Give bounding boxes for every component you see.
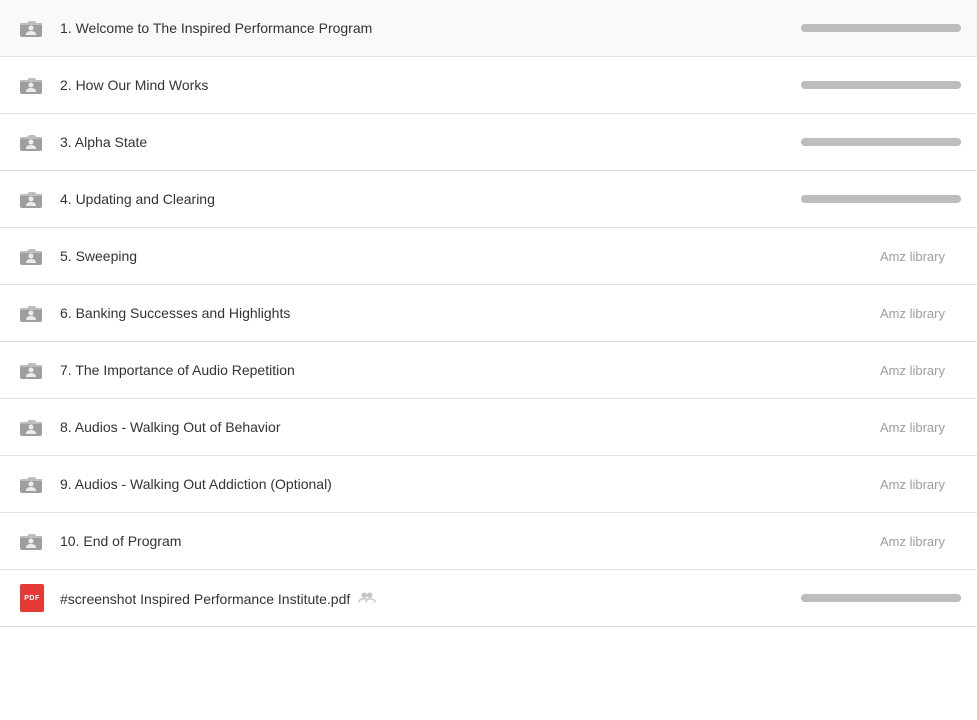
item-badge: Amz library	[880, 363, 945, 378]
progress-fill	[801, 594, 961, 602]
group-icon	[358, 590, 376, 604]
list-item[interactable]: 10. End of ProgramAmz library	[0, 513, 977, 570]
list-item[interactable]: PDF #screenshot Inspired Performance Inst…	[0, 570, 977, 627]
progress-bar	[801, 594, 961, 602]
progress-fill	[801, 24, 961, 32]
folder-icon	[16, 468, 48, 500]
progress-bar	[801, 195, 961, 203]
list-item[interactable]: 5. SweepingAmz library	[0, 228, 977, 285]
folder-icon	[16, 411, 48, 443]
item-title: 2. How Our Mind Works	[60, 77, 801, 93]
course-list: 1. Welcome to The Inspired Performance P…	[0, 0, 977, 627]
list-item[interactable]: 7. The Importance of Audio RepetitionAmz…	[0, 342, 977, 399]
item-badge: Amz library	[880, 477, 945, 492]
item-title: 9. Audios - Walking Out Addiction (Optio…	[60, 476, 880, 492]
item-title: 5. Sweeping	[60, 248, 880, 264]
folder-icon	[16, 12, 48, 44]
item-title: #screenshot Inspired Performance Institu…	[60, 590, 801, 607]
list-item[interactable]: 4. Updating and Clearing	[0, 171, 977, 228]
item-badge: Amz library	[880, 306, 945, 321]
progress-fill	[801, 195, 961, 203]
pdf-icon: PDF	[16, 582, 48, 614]
list-item[interactable]: 1. Welcome to The Inspired Performance P…	[0, 0, 977, 57]
item-title: 6. Banking Successes and Highlights	[60, 305, 880, 321]
folder-icon	[16, 69, 48, 101]
list-item[interactable]: 9. Audios - Walking Out Addiction (Optio…	[0, 456, 977, 513]
list-item[interactable]: 6. Banking Successes and HighlightsAmz l…	[0, 285, 977, 342]
folder-icon	[16, 525, 48, 557]
list-item[interactable]: 3. Alpha State	[0, 114, 977, 171]
folder-icon	[16, 297, 48, 329]
item-title: 8. Audios - Walking Out of Behavior	[60, 419, 880, 435]
item-title: 3. Alpha State	[60, 134, 801, 150]
folder-icon	[16, 354, 48, 386]
list-item[interactable]: 2. How Our Mind Works	[0, 57, 977, 114]
item-title: 10. End of Program	[60, 533, 880, 549]
item-badge: Amz library	[880, 420, 945, 435]
item-badge: Amz library	[880, 249, 945, 264]
progress-fill	[801, 138, 961, 146]
folder-icon	[16, 126, 48, 158]
folder-icon	[16, 240, 48, 272]
item-title: 4. Updating and Clearing	[60, 191, 801, 207]
item-title: 1. Welcome to The Inspired Performance P…	[60, 20, 801, 36]
progress-bar	[801, 24, 961, 32]
pdf-label: PDF	[20, 584, 44, 612]
progress-bar	[801, 81, 961, 89]
progress-bar	[801, 138, 961, 146]
item-badge: Amz library	[880, 534, 945, 549]
folder-icon	[16, 183, 48, 215]
list-item[interactable]: 8. Audios - Walking Out of BehaviorAmz l…	[0, 399, 977, 456]
progress-fill	[801, 81, 961, 89]
item-title: 7. The Importance of Audio Repetition	[60, 362, 880, 378]
